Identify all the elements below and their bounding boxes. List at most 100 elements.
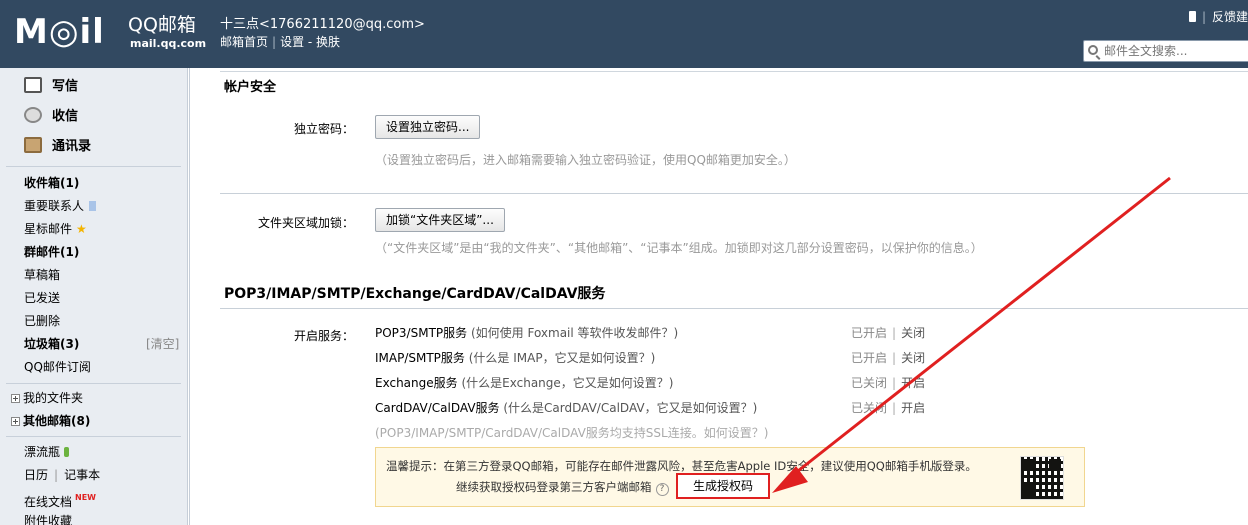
contacts-icon [24, 137, 42, 153]
service-row-exchange: Exchange服务 (什么是Exchange，它又是如何设置？) [375, 374, 673, 391]
bottle-icon [64, 447, 70, 457]
service-help-link[interactable]: (什么是Exchange，它又是如何设置？) [461, 376, 673, 390]
star-icon: ★ [76, 222, 87, 236]
logo-mail-text: M◎il [14, 12, 105, 52]
folder-other-mail[interactable]: 其他邮箱(8) [11, 412, 90, 430]
contacts-label: 通讯录 [52, 139, 92, 154]
search-icon[interactable] [1088, 45, 1098, 55]
logo-domain-text: mail.qq.com [130, 37, 207, 50]
service-name: POP3/SMTP服务 [375, 326, 468, 340]
nav-separator: | [272, 35, 277, 49]
service-toggle-link[interactable]: 关闭 [901, 326, 925, 340]
arrow-shaft [783, 176, 1171, 484]
service-help-link[interactable]: (什么是 IMAP，它又是如何设置？) [469, 351, 656, 365]
topright-separator: | [1201, 10, 1206, 24]
contacts-button[interactable]: 通讯录 [24, 136, 91, 158]
app-calendar-notes: 日历 | 记事本 [24, 466, 100, 484]
service-state-imap: 已开启 | 关闭 [851, 351, 926, 365]
search-input[interactable] [1104, 43, 1248, 59]
warm-tip-box: 温馨提示：在第三方登录QQ邮箱，可能存在邮件泄露风险，甚至危害Apple ID安… [375, 447, 1085, 507]
top-header: M◎il QQ邮箱 mail.qq.com 十三点<1766211120@qq.… [0, 0, 1248, 68]
service-toggle-link[interactable]: 开启 [901, 376, 925, 390]
service-toggle-link[interactable]: 开启 [901, 401, 925, 415]
folder-groups[interactable]: 群邮件(1) [24, 243, 79, 261]
folder-vip-label: 重要联系人 [24, 199, 85, 213]
top-right-links: | 反馈建 [1188, 8, 1248, 25]
expand-icon[interactable] [11, 417, 20, 426]
nav-skin[interactable]: 换肤 [316, 35, 340, 49]
qr-code-icon [1020, 456, 1064, 500]
folder-starred[interactable]: 星标邮件 ★ [24, 220, 87, 238]
service-row-pop3: POP3/SMTP服务 (如何使用 Foxmail 等软件收发邮件？) [375, 324, 678, 341]
user-nav: 邮箱首页 | 设置 - 换肤 [220, 33, 340, 50]
receive-label: 收信 [52, 109, 79, 124]
folder-starred-label: 星标邮件 [24, 222, 73, 236]
service-name: IMAP/SMTP服务 [375, 351, 465, 365]
other-mail-label: 其他邮箱(8) [23, 414, 91, 428]
folder-inbox[interactable]: 收件箱(1) [24, 174, 79, 192]
service-state-pop3: 已开启 | 关闭 [851, 326, 926, 340]
app-online-docs[interactable]: 在线文档 NEW [24, 489, 96, 509]
sidebar: 写信 收信 通讯录 收件箱(1) 重要联系人 星标邮件 ★ 群邮件(1) 草稿箱 … [0, 68, 188, 525]
sidebar-divider [6, 436, 181, 437]
nav-settings[interactable]: 设置 [280, 35, 304, 49]
service-status: 已开启 [851, 326, 888, 340]
folder-sent[interactable]: 已发送 [24, 289, 60, 307]
folder-deleted[interactable]: 已删除 [24, 312, 60, 330]
service-help-link[interactable]: (什么是CardDAV/CalDAV，它又是如何设置？) [503, 401, 757, 415]
ssl-note[interactable]: (POP3/IMAP/SMTP/CardDAV/CalDAV服务均支持SSL连接… [375, 424, 768, 441]
feedback-link[interactable]: 反馈建 [1212, 10, 1248, 24]
service-toggle-link[interactable]: 关闭 [901, 351, 925, 365]
app-drift-bottle[interactable]: 漂流瓶 [24, 443, 70, 461]
folder-spam[interactable]: 垃圾箱(3) [清空] [24, 335, 182, 353]
service-state-exchange: 已关闭 | 开启 [851, 376, 926, 390]
my-folders-label: 我的文件夹 [23, 391, 84, 405]
lock-folder-area-button[interactable]: 加锁“文件夹区域”... [375, 208, 505, 232]
folder-vip[interactable]: 重要联系人 [24, 197, 97, 215]
service-state-caldav: 已关闭 | 开启 [851, 401, 926, 415]
receive-button[interactable]: 收信 [24, 106, 78, 128]
separator: | [54, 468, 59, 482]
independent-password-hint: （设置独立密码后，进入邮箱需要输入独立密码验证，使用QQ邮箱更加安全。） [375, 153, 796, 167]
account-security-title: 帐户安全 [224, 80, 277, 95]
folder-drafts[interactable]: 草稿箱 [24, 266, 60, 284]
independent-password-label: 独立密码： [293, 122, 354, 136]
tip-continue-text: 继续获取授权码登录第三方客户端邮箱 [456, 480, 652, 494]
folder-my-folders[interactable]: 我的文件夹 [11, 389, 83, 407]
service-help-link[interactable]: (如何使用 Foxmail 等软件收发邮件？) [471, 326, 678, 340]
service-status: 已开启 [851, 351, 888, 365]
compose-label: 写信 [52, 79, 79, 94]
section-divider [220, 308, 1248, 309]
sidebar-divider [6, 383, 181, 384]
spam-clear-link[interactable]: [清空] [146, 335, 179, 353]
set-independent-password-button[interactable]: 设置独立密码... [375, 115, 481, 139]
nav-mail-home[interactable]: 邮箱首页 [220, 35, 268, 49]
receive-icon [24, 107, 42, 123]
folder-lock-hint: （“文件夹区域”是由“我的文件夹”、“其他邮箱”、“记事本”组成。加锁即对这几部… [375, 241, 983, 255]
notes-link[interactable]: 记事本 [64, 468, 100, 482]
tip-text: 温馨提示：在第三方登录QQ邮箱，可能存在邮件泄露风险，甚至危害Apple ID安… [386, 459, 977, 473]
user-account: 十三点<1766211120@qq.com> [220, 17, 425, 32]
service-status: 已关闭 [851, 401, 888, 415]
service-name: CardDAV/CalDAV服务 [375, 401, 500, 415]
calendar-link[interactable]: 日历 [24, 468, 48, 482]
service-status: 已关闭 [851, 376, 888, 390]
online-docs-label: 在线文档 [24, 495, 73, 509]
app-attachments[interactable]: 附件收藏 [24, 512, 72, 525]
nav-dash: - [304, 35, 317, 49]
folder-subscribe[interactable]: QQ邮件订阅 [24, 358, 91, 376]
top-divider [220, 71, 1248, 72]
phone-icon[interactable] [1188, 11, 1196, 22]
search-box[interactable] [1083, 40, 1248, 62]
compose-button[interactable]: 写信 [24, 76, 78, 98]
drift-bottle-label: 漂流瓶 [24, 445, 61, 459]
expand-icon[interactable] [11, 394, 20, 403]
tip-continue: 继续获取授权码登录第三方客户端邮箱? [456, 479, 669, 496]
services-title: POP3/IMAP/SMTP/Exchange/CardDAV/CalDAV服务 [224, 286, 606, 302]
service-row-imap: IMAP/SMTP服务 (什么是 IMAP，它又是如何设置？) [375, 349, 655, 366]
settings-panel: 帐户安全 独立密码： 设置独立密码... （设置独立密码后，进入邮箱需要输入独立… [189, 68, 1248, 525]
help-icon[interactable]: ? [655, 483, 669, 496]
folder-spam-label: 垃圾箱(3) [24, 337, 80, 351]
generate-auth-code-button[interactable]: 生成授权码 [676, 473, 770, 499]
sidebar-divider [6, 166, 181, 167]
